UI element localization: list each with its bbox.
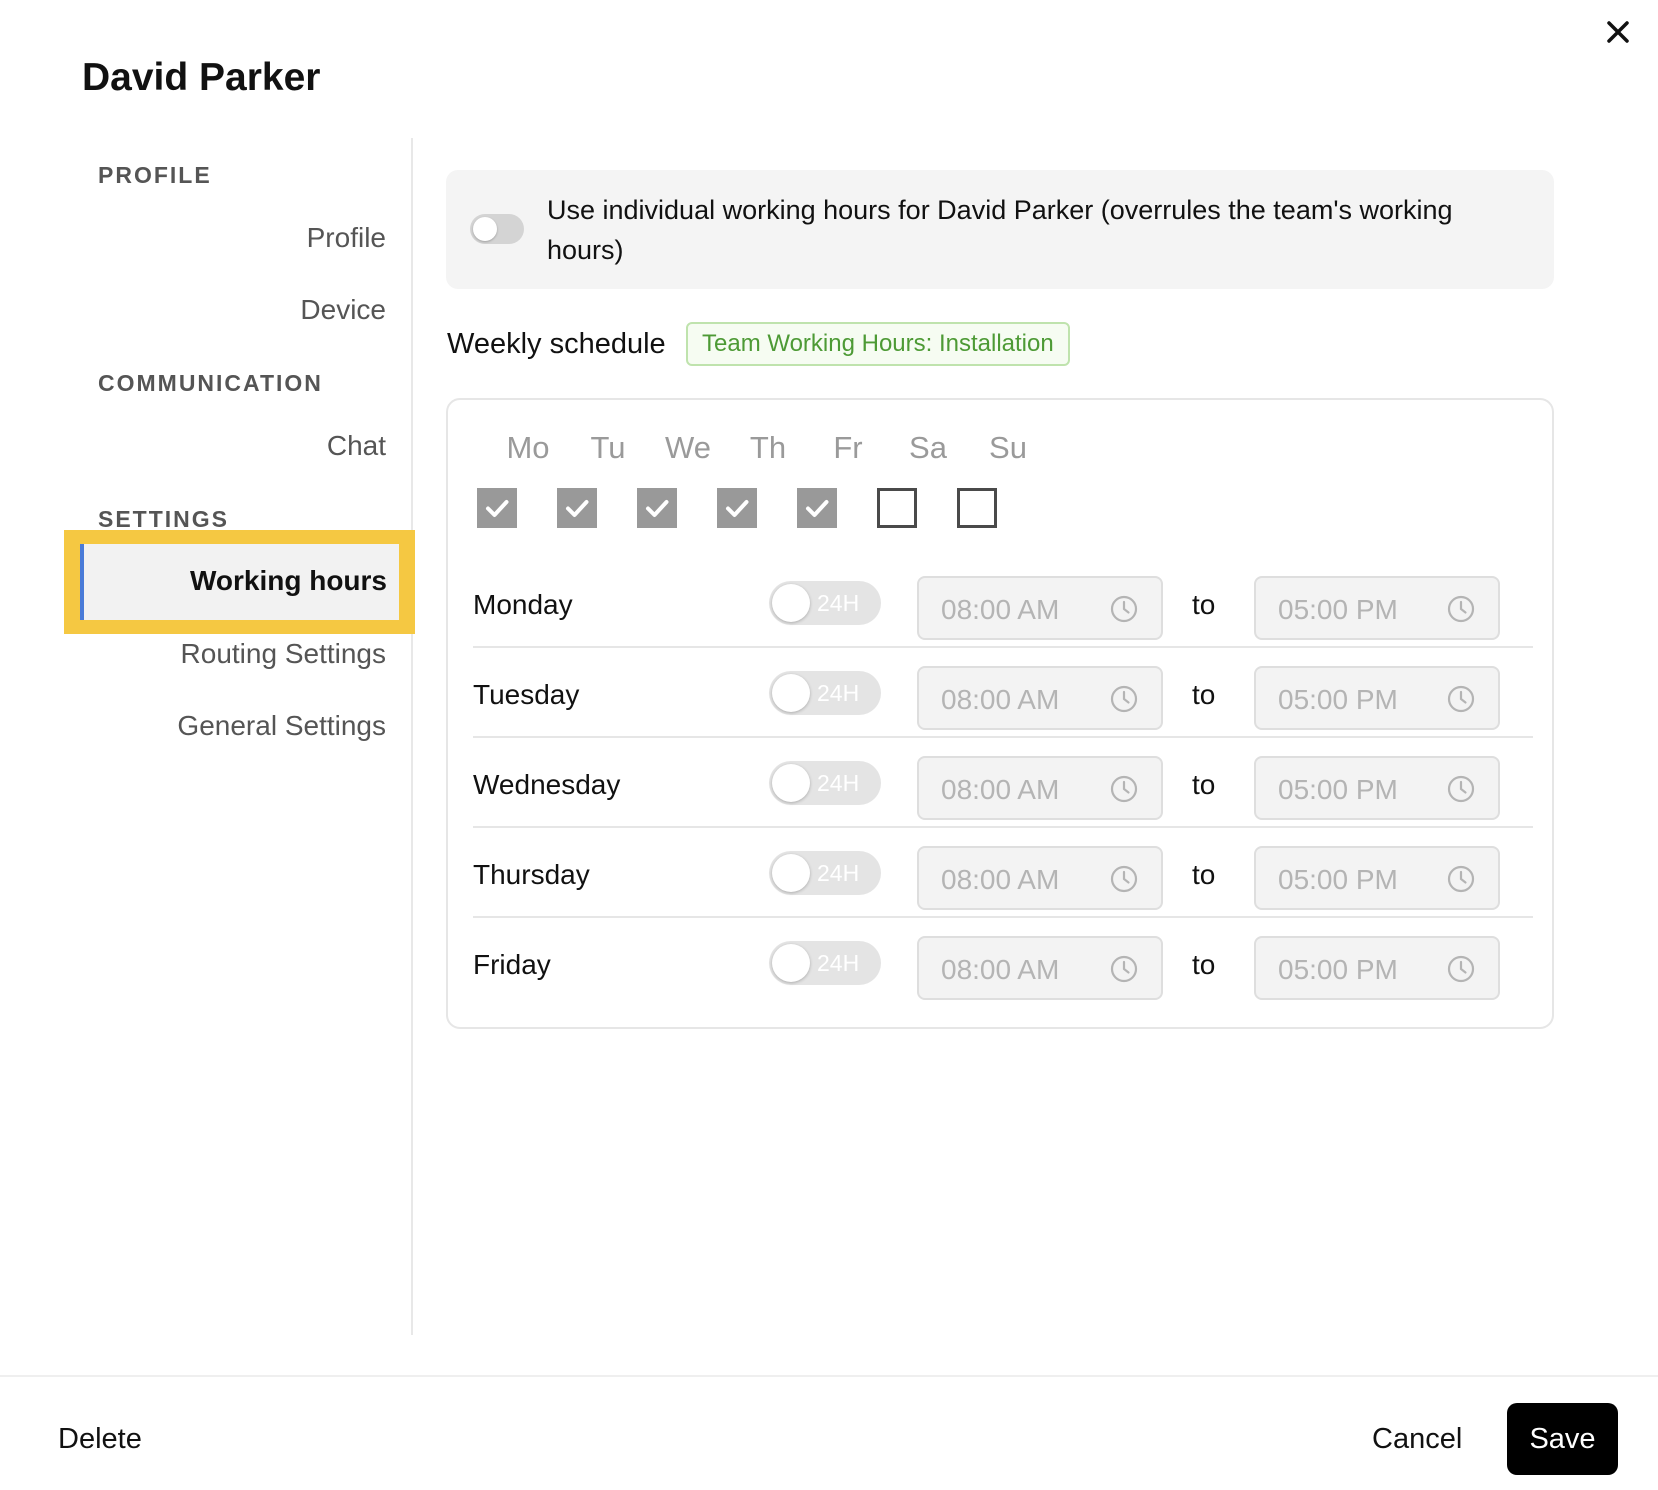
to-label: to: [1192, 769, 1216, 800]
override-notice: Use individual working hours for David P…: [446, 170, 1554, 289]
start-time-input[interactable]: 08:00 AM: [917, 666, 1163, 730]
schedule-row-monday: Monday 24H 08:00 AM to 05:00 PM: [473, 558, 1533, 648]
individual-hours-toggle[interactable]: [470, 214, 524, 244]
schedule-row-wednesday: Wednesday 24H 08:00 AM to 05:00 PM: [473, 738, 1533, 828]
clock-icon: [1110, 865, 1138, 893]
clock-icon: [1447, 595, 1475, 623]
24h-toggle[interactable]: 24H: [769, 581, 881, 625]
check-icon: [566, 500, 589, 517]
clock-icon: [1447, 685, 1475, 713]
close-icon: [1607, 21, 1629, 43]
dialog-footer: Delete Cancel Save: [0, 1375, 1658, 1490]
clock-icon: [1447, 865, 1475, 893]
sidebar-item-working-hours[interactable]: Working hours: [80, 544, 399, 620]
day-checkbox-sa[interactable]: [877, 488, 917, 528]
start-time-input[interactable]: 08:00 AM: [917, 936, 1163, 1000]
sidebar: PROFILE Profile Device COMMUNICATION Cha…: [0, 138, 415, 1335]
check-icon: [646, 500, 669, 517]
clock-icon: [1110, 775, 1138, 803]
schedule-row-thursday: Thursday 24H 08:00 AM to 05:00 PM: [473, 828, 1533, 918]
sidebar-item-routing-settings[interactable]: Routing Settings: [181, 638, 386, 670]
to-label: to: [1192, 949, 1216, 980]
clock-icon: [1447, 775, 1475, 803]
day-label: Tuesday: [473, 679, 580, 710]
24h-toggle[interactable]: 24H: [769, 671, 881, 715]
override-label: Use individual working hours for David P…: [547, 195, 1453, 265]
check-icon: [806, 500, 829, 517]
sidebar-item-profile[interactable]: Profile: [307, 222, 386, 254]
24h-toggle[interactable]: 24H: [769, 941, 881, 985]
day-label: Thursday: [473, 859, 590, 890]
to-label: to: [1192, 589, 1216, 620]
day-label: Friday: [473, 949, 551, 980]
schedule-row-tuesday: Tuesday 24H 08:00 AM to 05:00 PM: [473, 648, 1533, 738]
clock-icon: [1447, 955, 1475, 983]
day-checkbox-su[interactable]: [957, 488, 997, 528]
day-checkbox-tu[interactable]: [557, 488, 597, 528]
day-header-mo: Mo: [506, 430, 550, 465]
cancel-button[interactable]: Cancel: [1372, 1423, 1462, 1456]
day-checkbox-we[interactable]: [637, 488, 677, 528]
day-label: Monday: [473, 589, 573, 620]
active-item-highlight: Working hours: [64, 530, 415, 634]
start-time-input[interactable]: 08:00 AM: [917, 576, 1163, 640]
to-label: to: [1192, 679, 1216, 710]
page-title: David Parker: [82, 56, 321, 99]
24h-toggle[interactable]: 24H: [769, 761, 881, 805]
close-button[interactable]: [1604, 18, 1632, 46]
day-checkbox-fr[interactable]: [797, 488, 837, 528]
sidebar-item-general-settings[interactable]: General Settings: [177, 710, 386, 742]
end-time-input[interactable]: 05:00 PM: [1254, 756, 1500, 820]
section-heading-communication: COMMUNICATION: [98, 370, 323, 396]
day-checkbox-th[interactable]: [717, 488, 757, 528]
day-header-fr: Fr: [833, 430, 863, 465]
day-header-su: Su: [989, 430, 1027, 465]
section-heading-settings: SETTINGS: [98, 506, 230, 532]
start-time-input[interactable]: 08:00 AM: [917, 846, 1163, 910]
day-header-we: We: [665, 430, 711, 465]
sidebar-item-label: Working hours: [189, 565, 387, 596]
section-heading-profile: PROFILE: [98, 162, 212, 188]
end-time-input[interactable]: 05:00 PM: [1254, 576, 1500, 640]
team-hours-badge: Team Working Hours: Installation: [686, 322, 1070, 366]
day-header-tu: Tu: [590, 430, 626, 465]
end-time-input[interactable]: 05:00 PM: [1254, 666, 1500, 730]
start-time-input[interactable]: 08:00 AM: [917, 756, 1163, 820]
clock-icon: [1110, 685, 1138, 713]
clock-icon: [1110, 595, 1138, 623]
day-header-sa: Sa: [909, 430, 947, 465]
check-icon: [726, 500, 749, 517]
24h-toggle[interactable]: 24H: [769, 851, 881, 895]
sidebar-item-chat[interactable]: Chat: [327, 430, 386, 462]
schedule-panel: Mo Tu We Th Fr Sa Su Monday 24H 08:00 AM…: [446, 398, 1554, 1029]
save-button[interactable]: Save: [1507, 1403, 1618, 1475]
day-checkbox-mo[interactable]: [477, 488, 517, 528]
day-header-th: Th: [749, 430, 787, 465]
day-label: Wednesday: [473, 769, 621, 800]
clock-icon: [1110, 955, 1138, 983]
schedule-row-friday: Friday 24H 08:00 AM to 05:00 PM: [473, 918, 1533, 1008]
weekly-schedule-label: Weekly schedule: [447, 328, 666, 360]
end-time-input[interactable]: 05:00 PM: [1254, 846, 1500, 910]
to-label: to: [1192, 859, 1216, 890]
delete-button[interactable]: Delete: [58, 1423, 142, 1456]
sidebar-item-device[interactable]: Device: [300, 294, 386, 326]
check-icon: [486, 500, 509, 517]
end-time-input[interactable]: 05:00 PM: [1254, 936, 1500, 1000]
